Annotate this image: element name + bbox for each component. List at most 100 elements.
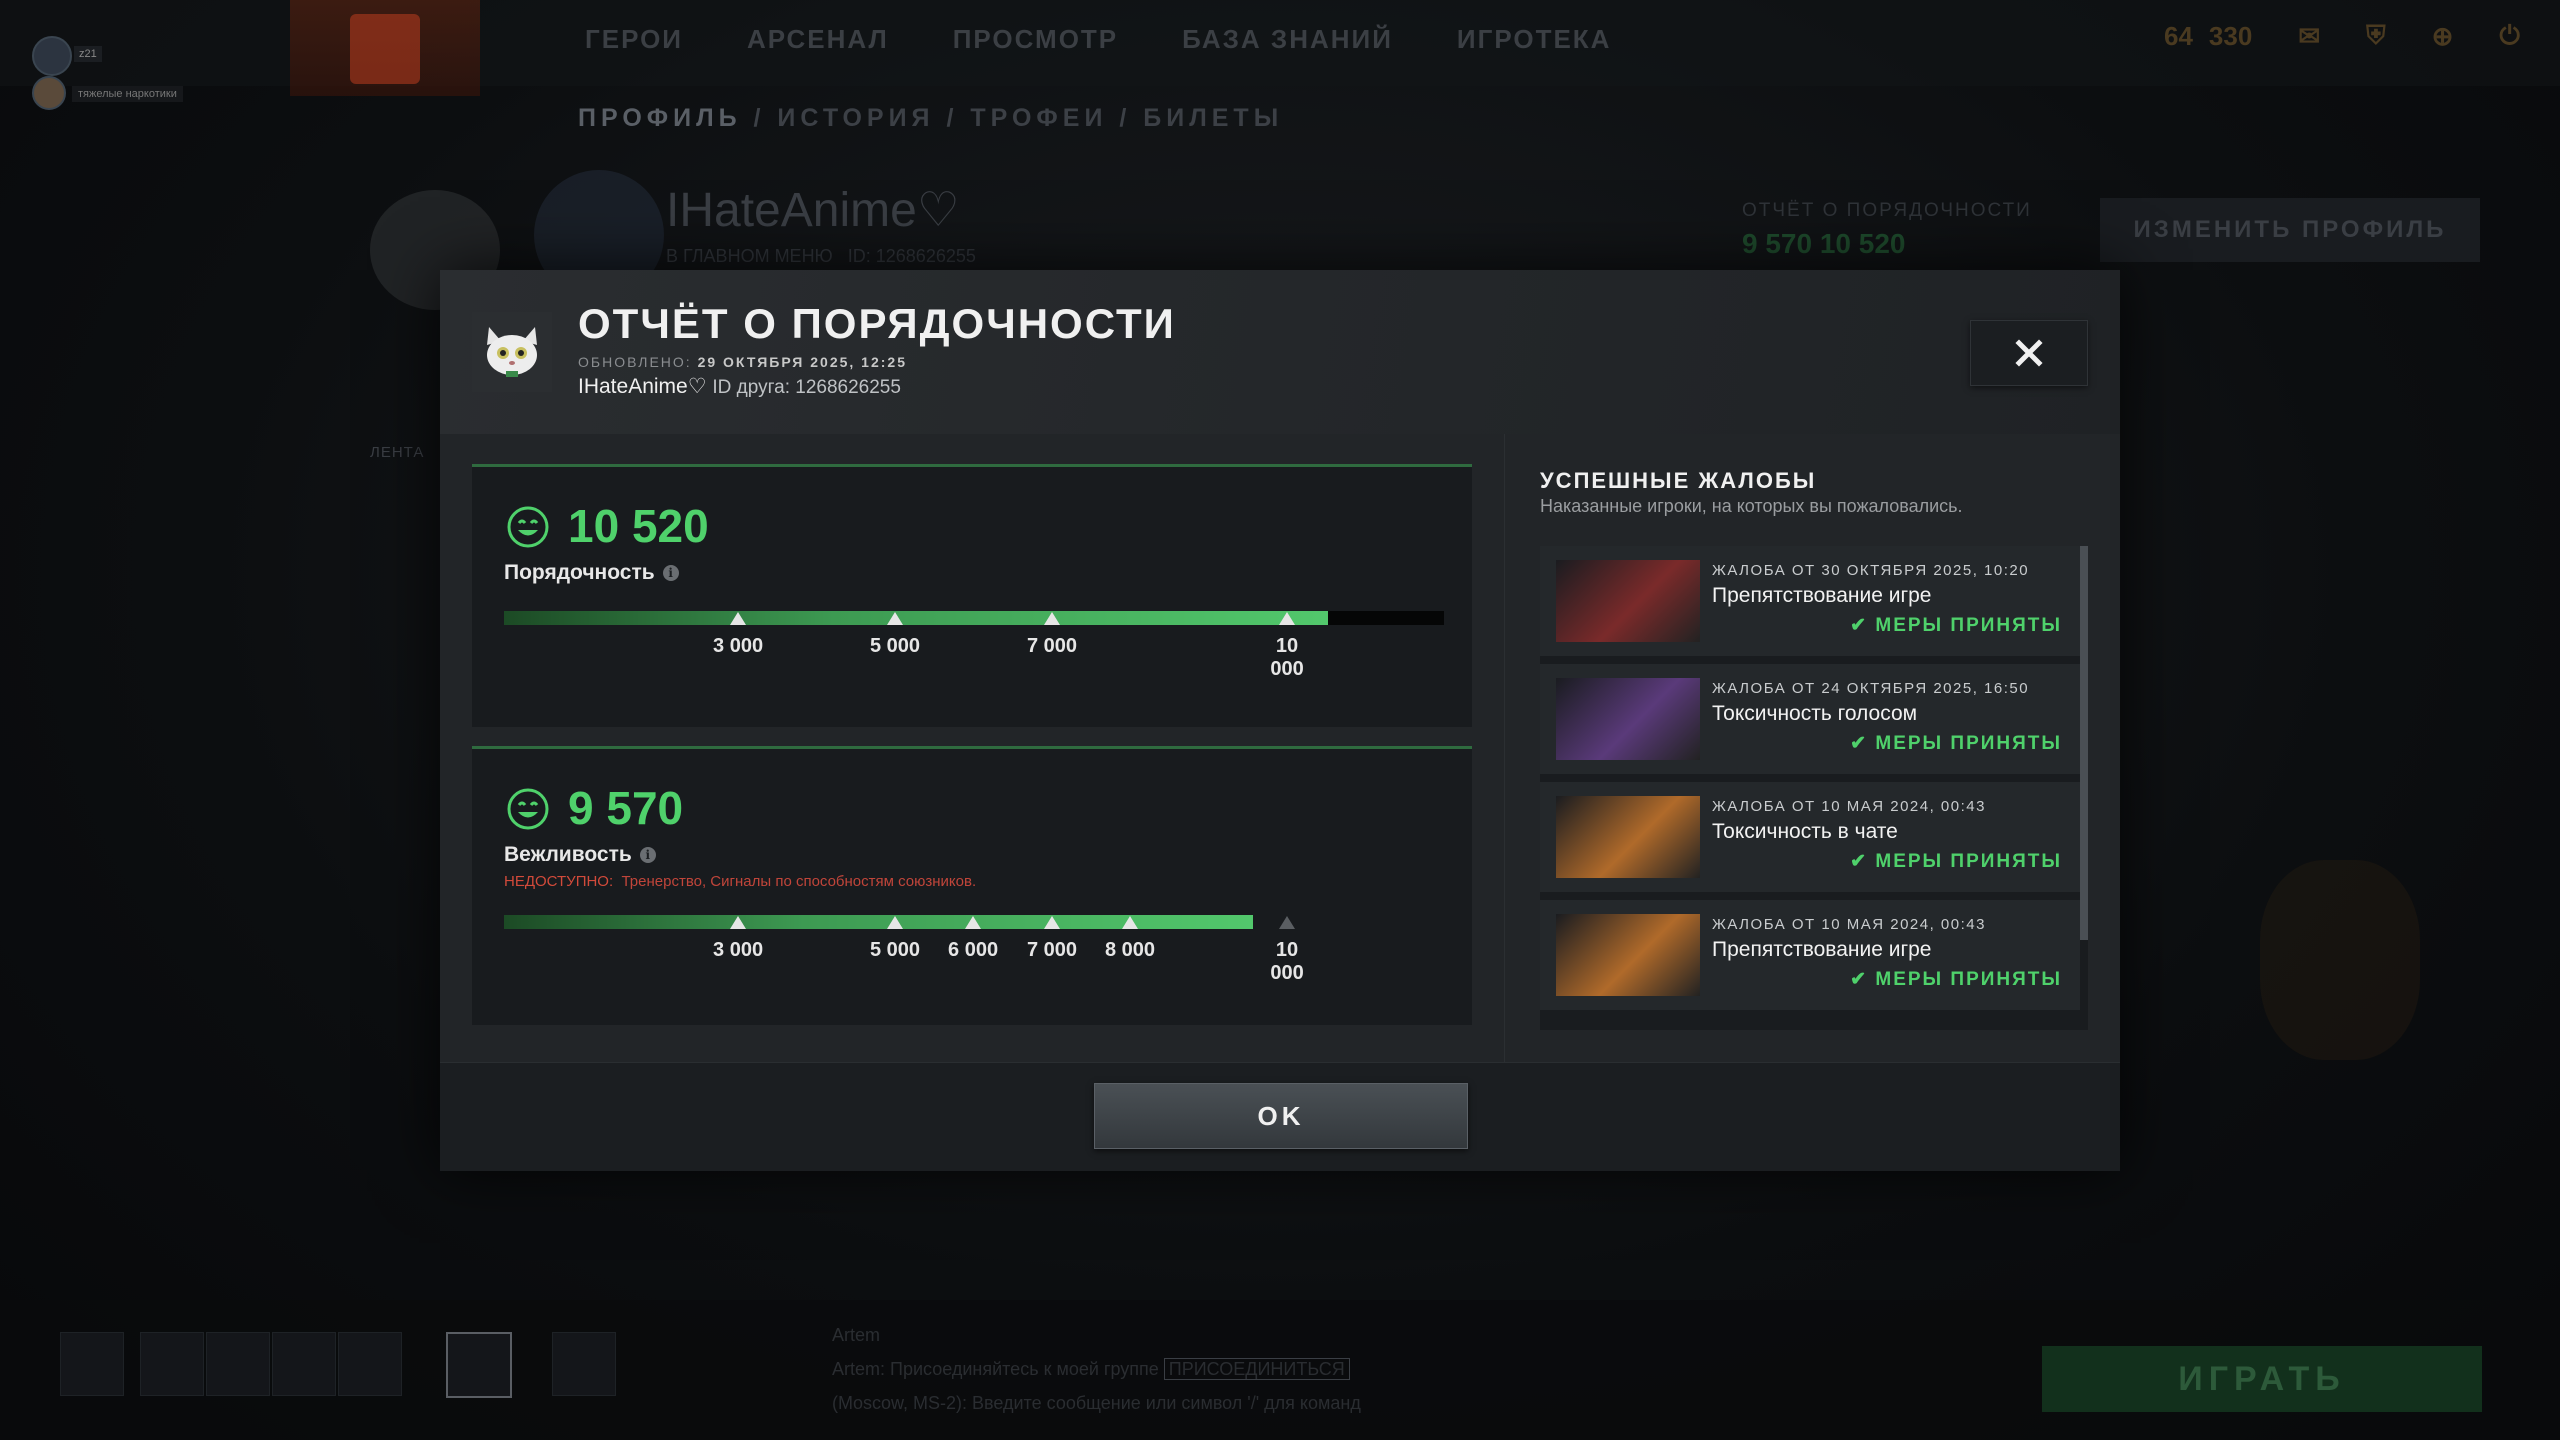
nav-arcade[interactable]: ИГРОТЕКА: [1457, 24, 1612, 55]
profile-status-bg: В ГЛАВНОМ МЕНЮ ID: 1268626255: [666, 246, 976, 266]
cat-avatar-tile[interactable]: [60, 1332, 124, 1396]
chat-panel: Artem Artem: Присоединяйтесь к моей груп…: [832, 1318, 1361, 1420]
chat-line: Artem: Присоединяйтесь к моей группе ПРИ…: [832, 1352, 1361, 1386]
hero-portrait: [1556, 914, 1700, 996]
communication-score-panel: 9 570 Вежливость i НЕДОСТУПНО: Тренерство…: [472, 746, 1472, 1025]
threshold-marker: [1044, 916, 1061, 929]
behavior-score-label: Порядочность i: [504, 561, 679, 585]
report-card[interactable]: ЖАЛОБА ОТ 10 МАЯ 2024, 00:43 Токсичность …: [1540, 782, 2080, 892]
threshold-marker: [887, 916, 904, 929]
bottom-slot[interactable]: [206, 1332, 270, 1396]
report-status: ✔ МЕРЫ ПРИНЯТЫ: [1850, 851, 2062, 872]
plus-icon[interactable]: ⊕: [2432, 21, 2454, 52]
friend-id: ID друга: 1268626255: [712, 377, 901, 398]
party-member-avatar[interactable]: [32, 76, 66, 110]
report-card[interactable]: ЖАЛОБА ОТ 24 ОКТЯБРЯ 2025, 16:50 Токсично…: [1540, 664, 2080, 774]
communication-score-value: 9 570: [568, 782, 684, 834]
threshold-marker: [1279, 916, 1296, 929]
reports-column: УСПЕШНЫЕ ЖАЛОБЫ Наказанные игроки, на ко…: [1508, 434, 2120, 1062]
hero-figure: [2260, 860, 2420, 1060]
report-reason: Токсичность в чате: [1712, 820, 1898, 843]
party-level-badge: z21: [74, 46, 102, 62]
nav-armory[interactable]: АРСЕНАЛ: [747, 24, 889, 55]
breadcrumb: ПРОФИЛЬ / ИСТОРИЯ / ТРОФЕИ / БИЛЕТЫ: [578, 104, 1284, 132]
threshold-marker: [730, 916, 747, 929]
report-card[interactable]: ЖАЛОБА ОТ 10 МАЯ 2024, 00:43 Препятствова…: [1540, 900, 2080, 1010]
threshold-label: 5 000: [870, 635, 921, 657]
checkmark-icon: ✔: [1850, 615, 1876, 636]
report-values-bg: 9 570 10 520: [1742, 228, 1906, 259]
smile-icon: [507, 788, 549, 830]
dialog-body: 10 520 Порядочность i 3 000 5 000 7 000 10 0…: [440, 434, 2120, 1062]
communication-score-bar: 3 000 5 000 6 000 7 000 8 000 10 000: [504, 915, 1444, 984]
party-name: тяжелые наркотики: [72, 86, 183, 102]
report-status: ✔ МЕРЫ ПРИНЯТЫ: [1850, 733, 2062, 754]
hero-portrait: [1556, 796, 1700, 878]
threshold-label: 3 000: [713, 635, 764, 657]
reports-title: УСПЕШНЫЕ ЖАЛОБЫ: [1540, 468, 1817, 493]
reports-subtitle: Наказанные игроки, на которых вы пожалов…: [1540, 496, 1963, 516]
communication-score-label: Вежливость i: [504, 843, 656, 867]
report-date: ЖАЛОБА ОТ 10 МАЯ 2024, 00:43: [1712, 798, 1986, 815]
join-party-link[interactable]: ПРИСОЕДИНИТЬСЯ: [1163, 1358, 1350, 1380]
tab-history[interactable]: ИСТОРИЯ: [777, 104, 934, 132]
player-name: IHateAnime♡: [578, 375, 707, 398]
report-reason: Токсичность голосом: [1712, 702, 1918, 725]
dialog-footer: OK: [440, 1062, 2120, 1171]
tab-trophies[interactable]: ТРОФЕИ: [970, 104, 1107, 132]
close-button[interactable]: [1970, 320, 2088, 386]
report-date: ЖАЛОБА ОТ 10 МАЯ 2024, 00:43: [1712, 916, 1986, 933]
communication-score-fill: [504, 915, 1254, 929]
behavior-score-panel: 10 520 Порядочность i 3 000 5 000 7 000 10 0…: [472, 464, 1472, 727]
behavior-score-value: 10 520: [568, 500, 709, 552]
bottom-slot[interactable]: [272, 1332, 336, 1396]
party-icon[interactable]: [552, 1332, 616, 1396]
dota-logo-icon: [350, 14, 420, 84]
smile-icon: [507, 506, 549, 548]
report-card[interactable]: ЖАЛОБА ОТ 30 ОКТЯБРЯ 2025, 10:20 Препятст…: [1540, 546, 2080, 656]
unavailable-features: НЕДОСТУПНО: Тренерство, Сигналы по спосо…: [504, 873, 977, 890]
behavior-score-bar: 3 000 5 000 7 000 10 000: [504, 611, 1444, 680]
report-reason: Препятствование игре: [1712, 938, 1932, 961]
threshold-label: 3 000: [713, 939, 764, 961]
checkmark-icon: ✔: [1850, 733, 1876, 754]
chat-input[interactable]: (Moscow, MS-2): Введите сообщение или си…: [832, 1386, 1361, 1420]
behavior-report-dialog: ОТЧЁТ О ПОРЯДОЧНОСТИ ОБНОВЛЕНО: 29 ОКТЯБ…: [440, 270, 2120, 1171]
nav-learn[interactable]: БАЗА ЗНАНИЙ: [1182, 24, 1393, 55]
currency-a: 64: [2164, 20, 2193, 51]
mail-icon[interactable]: ✉: [2298, 21, 2320, 52]
nav-heroes[interactable]: ГЕРОИ: [585, 24, 683, 55]
tab-profile[interactable]: ПРОФИЛЬ: [578, 104, 742, 132]
cat-avatar-icon: [487, 327, 537, 377]
threshold-marker: [1044, 612, 1061, 625]
behavior-score-fill: [504, 611, 1329, 625]
main-nav: ГЕРОИ АРСЕНАЛ ПРОСМОТР БАЗА ЗНАНИЙ ИГРОТ…: [585, 24, 1611, 55]
ok-button[interactable]: OK: [1094, 1083, 1468, 1149]
shield-icon[interactable]: ⛨: [2366, 20, 2386, 52]
report-label-bg: ОТЧЁТ О ПОРЯДОЧНОСТИ: [1742, 200, 2032, 221]
close-icon: [2015, 339, 2043, 367]
info-icon[interactable]: i: [662, 565, 679, 581]
player-info: IHateAnime♡ ID друга: 1268626255: [578, 374, 901, 399]
report-reason: Препятствование игре: [1712, 584, 1932, 607]
bottom-slot[interactable]: [140, 1332, 204, 1396]
chat-line-name: Artem: [832, 1325, 881, 1345]
tab-tickets[interactable]: БИЛЕТЫ: [1143, 104, 1283, 132]
report-status: ✔ МЕРЫ ПРИНЯТЫ: [1850, 615, 2062, 636]
report-status: ✔ МЕРЫ ПРИНЯТЫ: [1850, 969, 2062, 990]
reports-list[interactable]: ЖАЛОБА ОТ 30 ОКТЯБРЯ 2025, 10:20 Препятст…: [1540, 546, 2088, 1030]
play-button[interactable]: ИГРАТЬ: [2042, 1346, 2482, 1412]
top-right-status: 64 330 ✉ ⛨ ⊕ ⏻: [2164, 20, 2520, 52]
edit-profile-button[interactable]: ИЗМЕНИТЬ ПРОФИЛЬ: [2100, 198, 2480, 262]
bottom-slot[interactable]: [338, 1332, 402, 1396]
bottom-selected-slot[interactable]: [446, 1332, 512, 1398]
reports-scrollbar[interactable]: [2080, 546, 2088, 1030]
nav-watch[interactable]: ПРОСМОТР: [953, 24, 1118, 55]
player-avatar[interactable]: [32, 36, 72, 76]
report-date: ЖАЛОБА ОТ 24 ОКТЯБРЯ 2025, 16:50: [1712, 680, 2030, 697]
power-icon[interactable]: ⏻: [2499, 20, 2520, 52]
info-icon[interactable]: i: [639, 847, 656, 863]
report-date: ЖАЛОБА ОТ 30 ОКТЯБРЯ 2025, 10:20: [1712, 562, 2030, 579]
scrollbar-thumb[interactable]: [2080, 546, 2088, 940]
dialog-header: ОТЧЁТ О ПОРЯДОЧНОСТИ ОБНОВЛЕНО: 29 ОКТЯБ…: [440, 270, 2120, 435]
